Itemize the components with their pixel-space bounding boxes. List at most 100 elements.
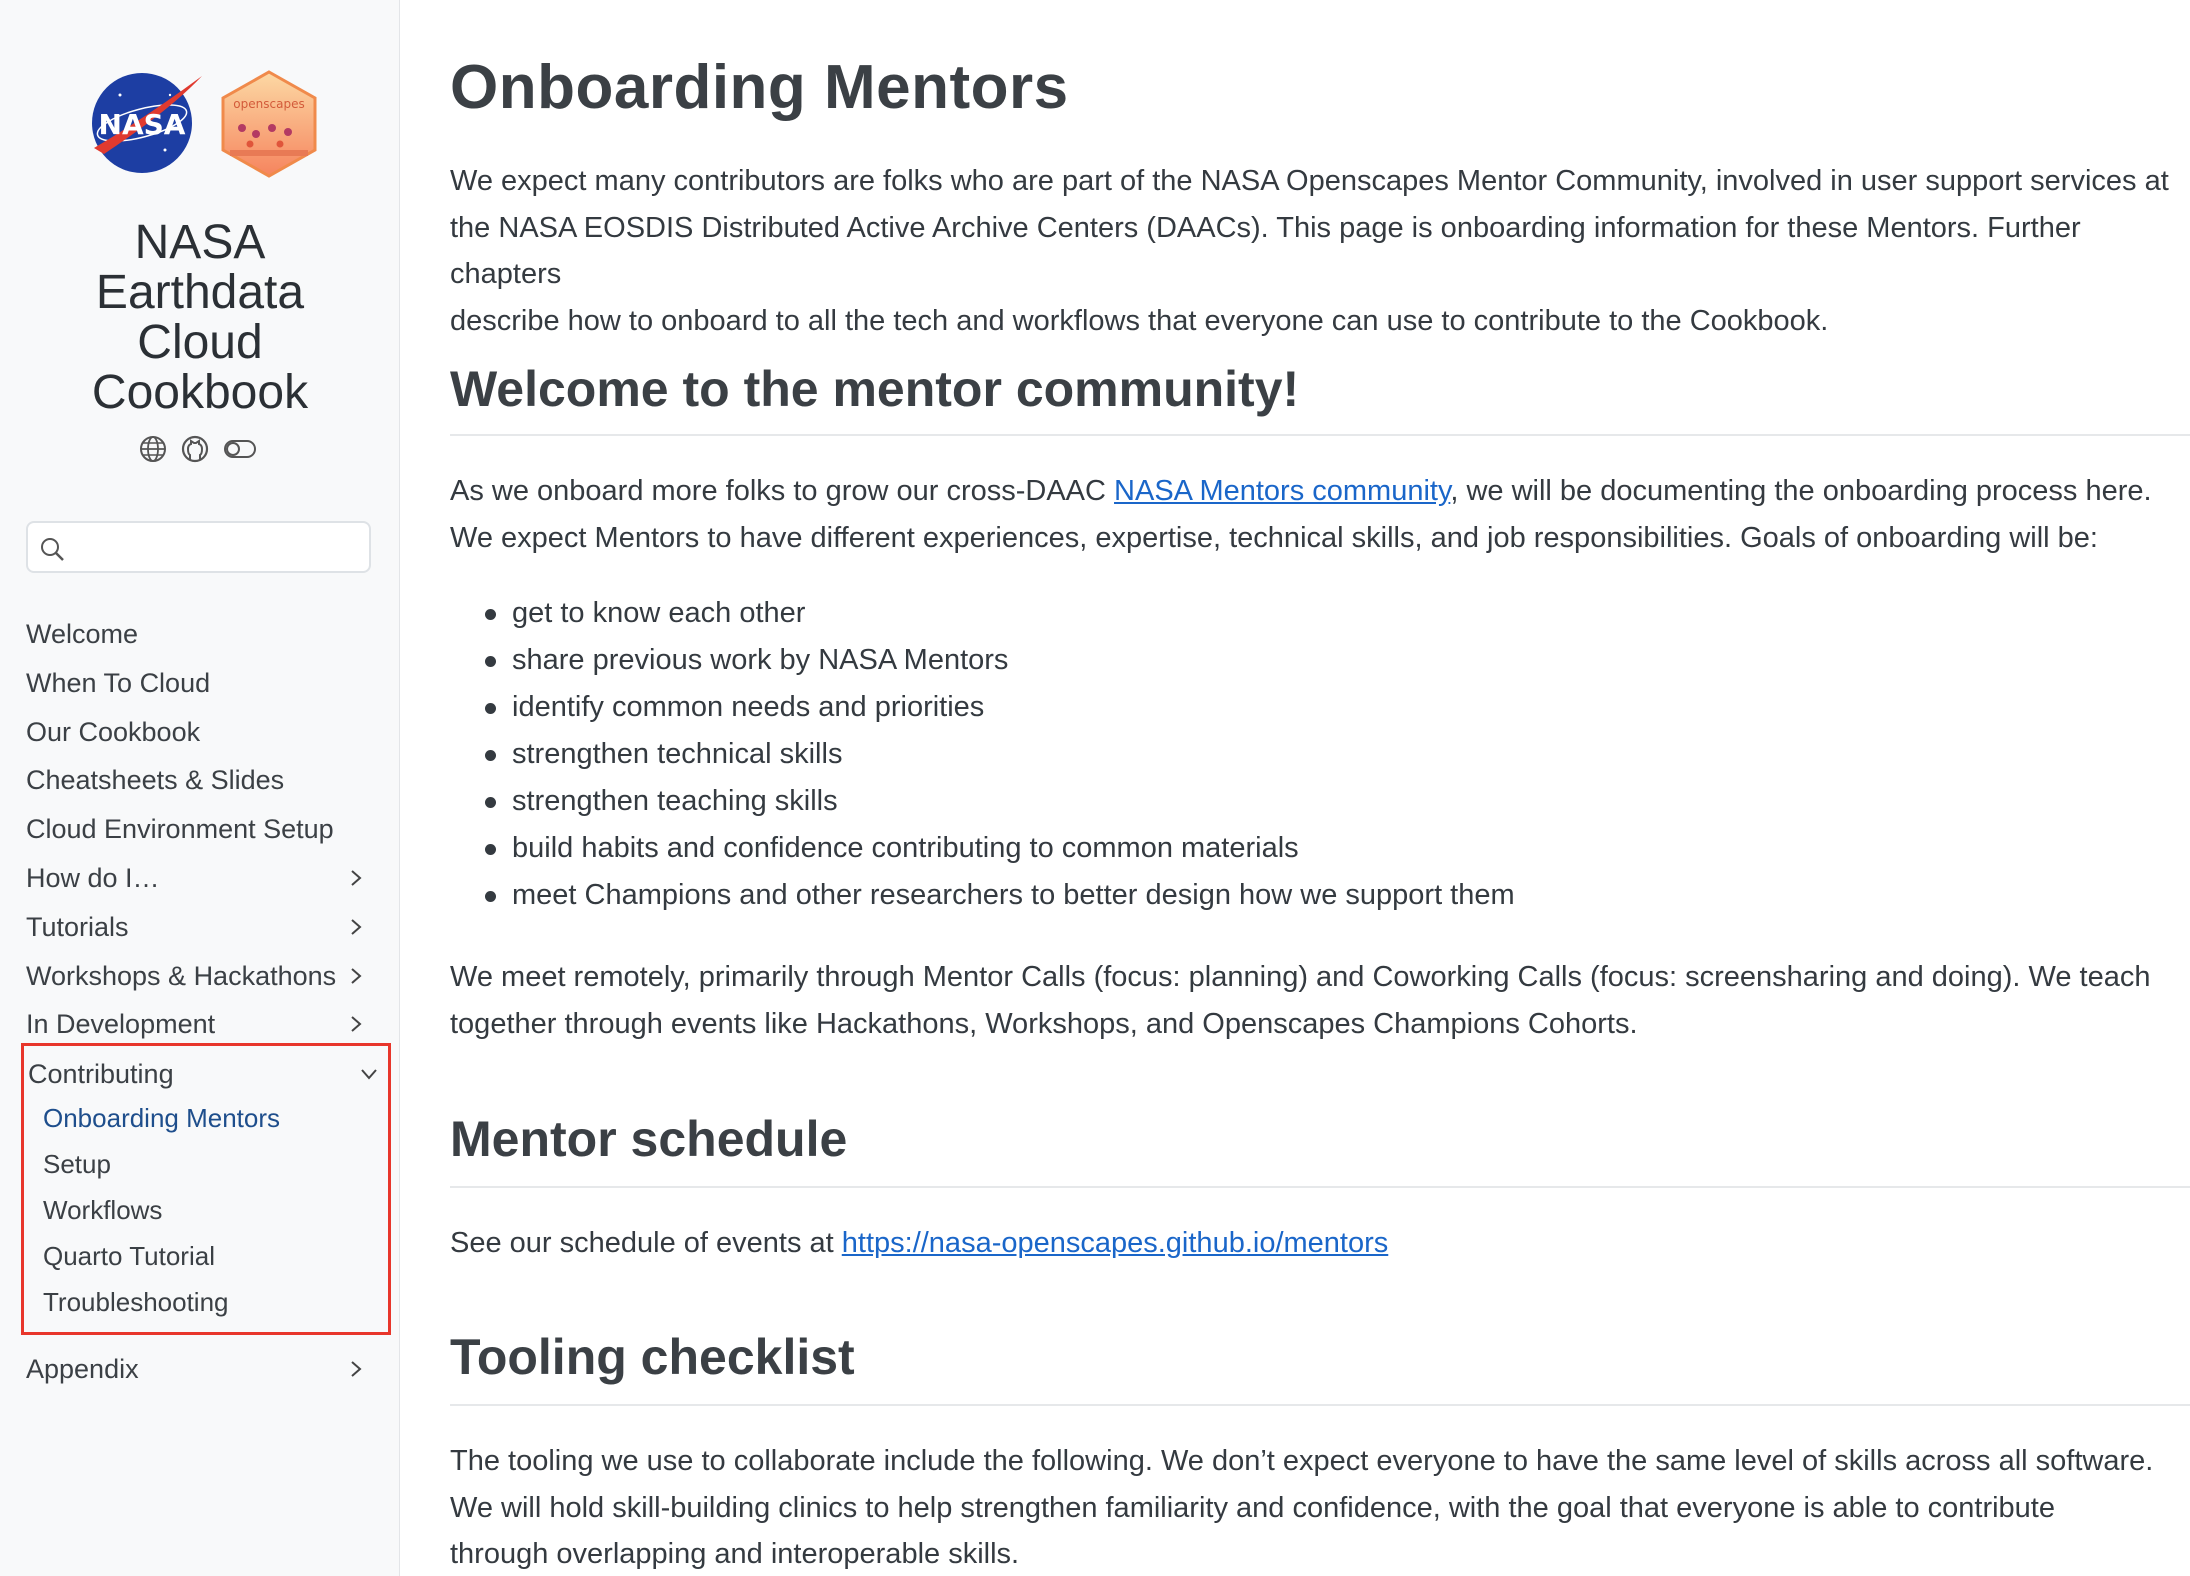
tooling-line: through overlapping and interoperable sk… [450, 1538, 1020, 1570]
meetings-line: We meet remotely, primarily through Ment… [450, 961, 2151, 993]
list-item-text: identify common needs and priorities [512, 691, 985, 723]
openscapes-logo-text: openscapes [233, 97, 304, 111]
goals-list: get to know each other share previous wo… [480, 590, 1515, 919]
site-title-line: Cloud [137, 316, 263, 369]
bullet-icon [485, 797, 496, 808]
intro-line: describe how to onboard to all the tech … [450, 304, 1829, 337]
chevron-right-icon[interactable] [346, 966, 366, 986]
welcome-text: , we will be documenting the onboarding … [1450, 475, 2152, 507]
sidebar-item-label: Tutorials [26, 911, 129, 942]
github-icon[interactable] [180, 434, 210, 464]
sidebar-item-cheatsheets[interactable]: Cheatsheets & Slides [26, 756, 376, 805]
list-item: meet Champions and other researchers to … [480, 872, 1515, 919]
logo-row: NASA openscapes [0, 70, 400, 180]
site-title-line: NASA [134, 216, 266, 269]
chevron-right-icon[interactable] [346, 868, 366, 888]
sidebar-subitem-troubleshooting[interactable]: Troubleshooting [43, 1282, 229, 1322]
sidebar-item-contributing[interactable]: Contributing [28, 1054, 383, 1094]
sidebar-item-label: Our Cookbook [26, 716, 201, 747]
list-item-text: build habits and confidence contributing… [512, 832, 1299, 864]
heading-mentor-schedule: Mentor schedule [450, 1111, 848, 1167]
list-item: strengthen teaching skills [480, 778, 1515, 825]
sidebar-item-label: Contributing [28, 1059, 174, 1089]
sidebar-item-appendix[interactable]: Appendix [26, 1345, 376, 1394]
bullet-icon [485, 844, 496, 855]
tooling-line: We will hold skill-building clinics to h… [450, 1491, 2055, 1524]
schedule-text: See our schedule of events at [450, 1227, 842, 1259]
sidebar-item-appendix-row[interactable]: Appendix [26, 1345, 376, 1394]
sidebar: NASA openscapes NASA Earthdata Cloud Coo… [0, 0, 400, 1576]
contributing-section-highlight: Contributing Onboarding Mentors Setup Wo… [21, 1043, 391, 1335]
sidebar-subitem-setup[interactable]: Setup [43, 1144, 111, 1184]
intro-line: We expect many contributors are folks wh… [450, 165, 2169, 197]
sidebar-item-label: In Development [26, 1009, 216, 1040]
heading-welcome: Welcome to the mentor community! [450, 361, 1300, 417]
sidebar-subitem-onboarding-mentors[interactable]: Onboarding Mentors [43, 1098, 280, 1138]
sidebar-tools [138, 434, 268, 464]
sidebar-item-when-to-cloud[interactable]: When To Cloud [26, 659, 376, 708]
intro-paragraph: We expect many contributors are folks wh… [450, 158, 2190, 344]
bullet-icon [485, 703, 496, 714]
search-icon [41, 538, 64, 561]
bullet-icon [485, 750, 496, 761]
sidebar-item-label: Cheatsheets & Slides [26, 765, 285, 796]
sidebar-item-welcome[interactable]: Welcome [26, 610, 376, 659]
bullet-icon [485, 609, 496, 620]
nasa-mentors-community-link[interactable]: NASA Mentors community [1114, 475, 1450, 507]
globe-icon[interactable] [138, 434, 168, 464]
heading-tooling-checklist: Tooling checklist [450, 1329, 855, 1385]
sidebar-item-label: How do I… [26, 862, 160, 893]
welcome-text: We expect Mentors to have different expe… [450, 521, 2098, 554]
list-item-text: strengthen teaching skills [512, 785, 838, 817]
list-item: share previous work by NASA Mentors [480, 637, 1515, 684]
sidebar-nav: Welcome When To Cloud Our Cookbook Cheat… [26, 610, 376, 1049]
sidebar-item-how-do-i[interactable]: How do I… [26, 854, 376, 903]
search-input[interactable] [26, 521, 371, 573]
sidebar-subitem-quarto-tutorial[interactable]: Quarto Tutorial [43, 1236, 215, 1276]
meetings-paragraph: We meet remotely, primarily through Ment… [450, 954, 2190, 1047]
site-title[interactable]: NASA Earthdata Cloud Cookbook [0, 218, 400, 418]
sidebar-item-label: When To Cloud [26, 667, 211, 698]
nasa-logo-text: NASA [99, 108, 186, 141]
intro-line: the NASA EOSDIS Distributed Active Archi… [450, 211, 2081, 291]
welcome-text: As we onboard more folks to grow our cro… [450, 475, 1115, 507]
nasa-logo[interactable]: NASA [90, 70, 205, 176]
site-title-line: Earthdata [95, 266, 305, 319]
sidebar-item-in-development[interactable]: In Development [26, 1000, 376, 1049]
heading-divider [450, 434, 2190, 436]
list-item-text: meet Champions and other researchers to … [512, 879, 1515, 911]
sidebar-item-label: Workshops & Hackathons [26, 960, 337, 991]
list-item: strengthen technical skills [480, 731, 1515, 778]
mentors-schedule-link[interactable]: https://nasa-openscapes.github.io/mentor… [842, 1227, 1389, 1259]
list-item-text: share previous work by NASA Mentors [512, 644, 1009, 676]
tooling-paragraph: The tooling we use to collaborate includ… [450, 1438, 2190, 1576]
bullet-icon [485, 891, 496, 902]
main-content: Onboarding Mentors We expect many contri… [450, 0, 2190, 1576]
heading-divider [450, 1404, 2190, 1406]
chevron-right-icon[interactable] [346, 1014, 366, 1034]
sidebar-item-cloud-environment-setup[interactable]: Cloud Environment Setup [26, 805, 376, 854]
bullet-icon [485, 656, 496, 667]
sidebar-item-label: Cloud Environment Setup [26, 814, 334, 845]
openscapes-logo[interactable]: openscapes [220, 70, 318, 178]
chevron-right-icon[interactable] [346, 917, 366, 937]
sidebar-subitem-workflows[interactable]: Workflows [43, 1190, 162, 1230]
list-item: build habits and confidence contributing… [480, 825, 1515, 872]
sidebar-item-label: Appendix [26, 1354, 139, 1384]
page-title: Onboarding Mentors [450, 53, 1069, 122]
welcome-paragraph: As we onboard more folks to grow our cro… [450, 468, 2190, 561]
chevron-right-icon[interactable] [346, 1359, 366, 1379]
list-item: identify common needs and priorities [480, 684, 1515, 731]
meetings-line: together through events like Hackathons,… [450, 1007, 1638, 1040]
tooling-line: The tooling we use to collaborate includ… [450, 1445, 2154, 1477]
sidebar-item-workshops-hackathons[interactable]: Workshops & Hackathons [26, 952, 376, 1001]
toggle-icon[interactable] [222, 434, 258, 464]
list-item-text: get to know each other [512, 597, 806, 629]
sidebar-item-tutorials[interactable]: Tutorials [26, 903, 376, 952]
sidebar-item-our-cookbook[interactable]: Our Cookbook [26, 708, 376, 757]
list-item-text: strengthen technical skills [512, 738, 843, 770]
chevron-down-icon[interactable] [359, 1064, 379, 1084]
sidebar-item-label: Welcome [26, 619, 139, 649]
site-title-line: Cookbook [91, 366, 309, 419]
schedule-paragraph: See our schedule of events at https://na… [450, 1220, 2190, 1267]
